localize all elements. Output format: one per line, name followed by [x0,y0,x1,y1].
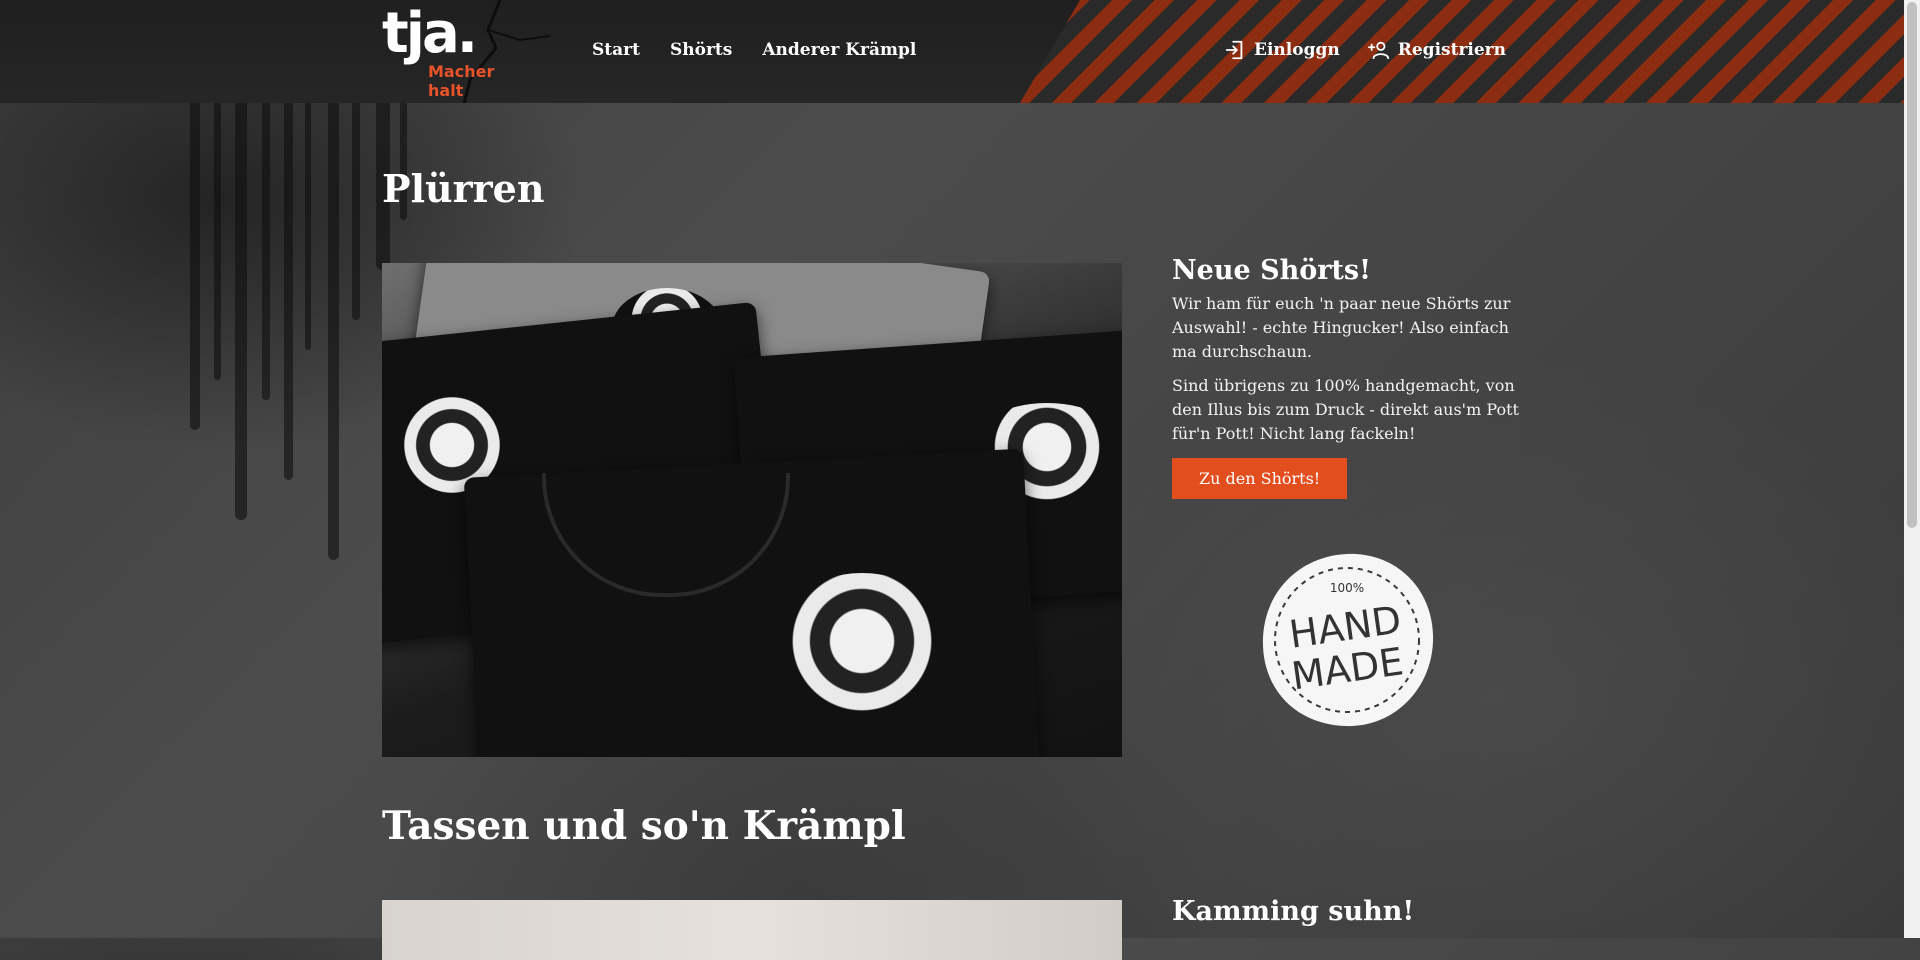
page-scrollbar[interactable] [1904,0,1920,938]
nav-item-anderer-kraempl[interactable]: Anderer Krämpl [762,40,916,60]
site-header: tja. Macher halt Start Shörts Anderer Kr… [0,0,1904,103]
login-label: Einloggn [1254,40,1340,60]
feature-paragraph-2: Sind übrigens zu 100% handgemacht, von d… [1172,376,1519,443]
register-link[interactable]: Registriern [1367,39,1506,61]
logo-tagline: Macher halt [428,62,495,100]
shirts-photo [382,263,1122,757]
handmade-badge: 100% HAND MADE [1262,553,1434,727]
feature-paragraph-1: Wir ham für euch 'n paar neue Shörts zur… [1172,294,1511,361]
badge-percent: 100% [1330,581,1364,595]
nav-item-start[interactable]: Start [592,40,640,60]
register-label: Registriern [1397,40,1506,60]
section-2-heading: Kamming suhn! [1172,896,1415,927]
user-nav: Einloggn Registriern [1224,39,1506,61]
feature-heading: Neue Shörts! [1172,255,1371,286]
site-logo[interactable]: tja. Macher halt [382,6,532,101]
logo-wordmark: tja. [382,1,478,66]
main-nav: Start Shörts Anderer Krämpl [592,40,916,60]
mugs-photo [382,900,1122,960]
add-user-icon [1367,41,1389,60]
to-shorts-button[interactable]: Zu den Shörts! [1172,458,1348,499]
section-title-mugs: Tassen und so'n Krämpl [382,803,906,849]
nav-item-shorts[interactable]: Shörts [670,40,732,60]
scrollbar-thumb[interactable] [1907,2,1917,528]
login-link[interactable]: Einloggn [1224,39,1340,61]
feature-panel: Neue Shörts! Wir ham für euch 'n paar ne… [1172,255,1532,499]
page-title: Plürren [382,166,545,211]
login-icon [1225,40,1243,60]
